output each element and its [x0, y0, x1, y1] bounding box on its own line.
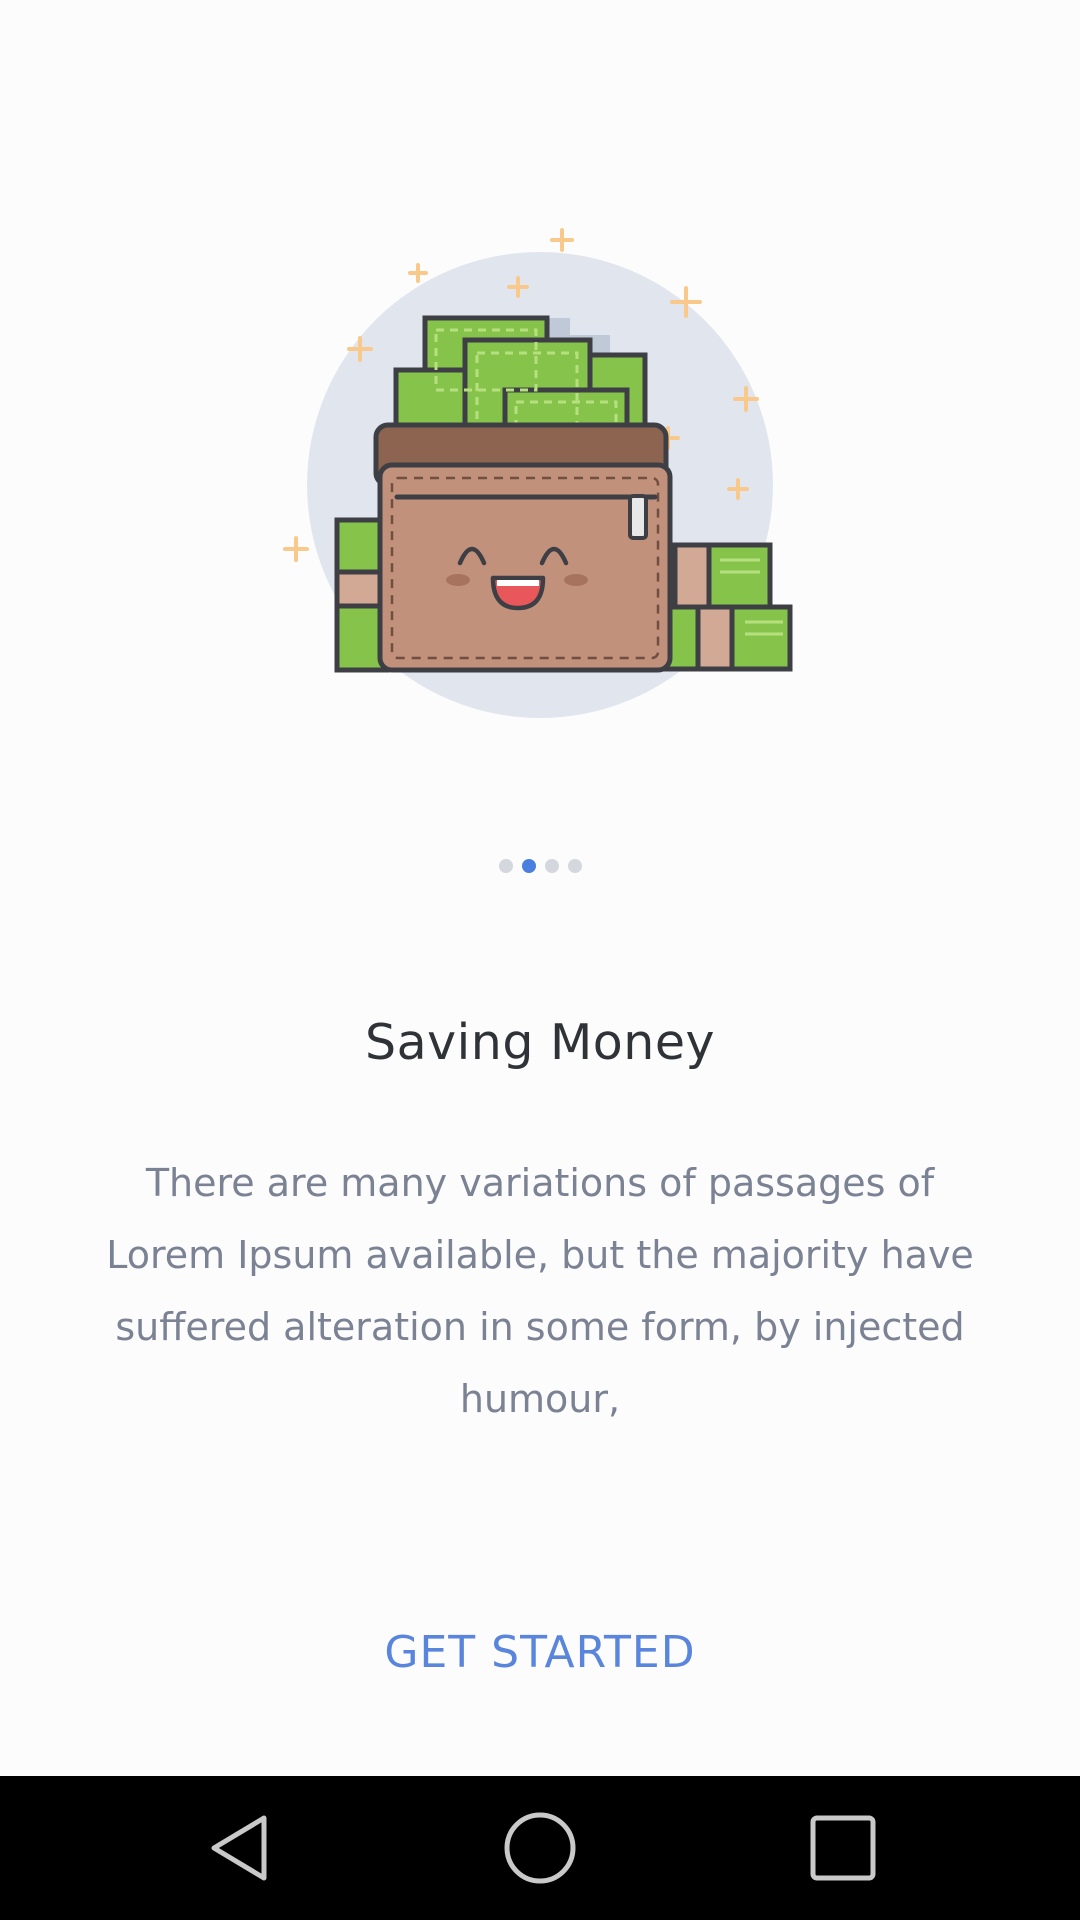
system-navigation-bar	[0, 1776, 1080, 1920]
back-button[interactable]	[140, 1776, 340, 1920]
recents-button[interactable]	[743, 1776, 943, 1920]
onboarding-title: Saving Money	[365, 1014, 715, 1071]
page-indicator	[0, 859, 1080, 873]
onboarding-description: There are many variations of passages of…	[106, 1161, 974, 1421]
get-started-button[interactable]: GET STARTED	[340, 1617, 740, 1687]
wallet-money-illustration	[283, 228, 793, 718]
back-triangle-icon	[211, 1815, 267, 1881]
page-dot-2-active[interactable]	[521, 859, 536, 873]
home-circle-icon	[504, 1812, 576, 1884]
page-dot-3[interactable]	[544, 859, 559, 873]
recents-square-icon	[810, 1815, 876, 1881]
page-dot-1[interactable]	[498, 859, 513, 873]
onboarding-screen: Saving Money There are many variations o…	[0, 0, 1080, 1776]
page-dot-4[interactable]	[567, 859, 582, 873]
home-button[interactable]	[440, 1776, 640, 1920]
